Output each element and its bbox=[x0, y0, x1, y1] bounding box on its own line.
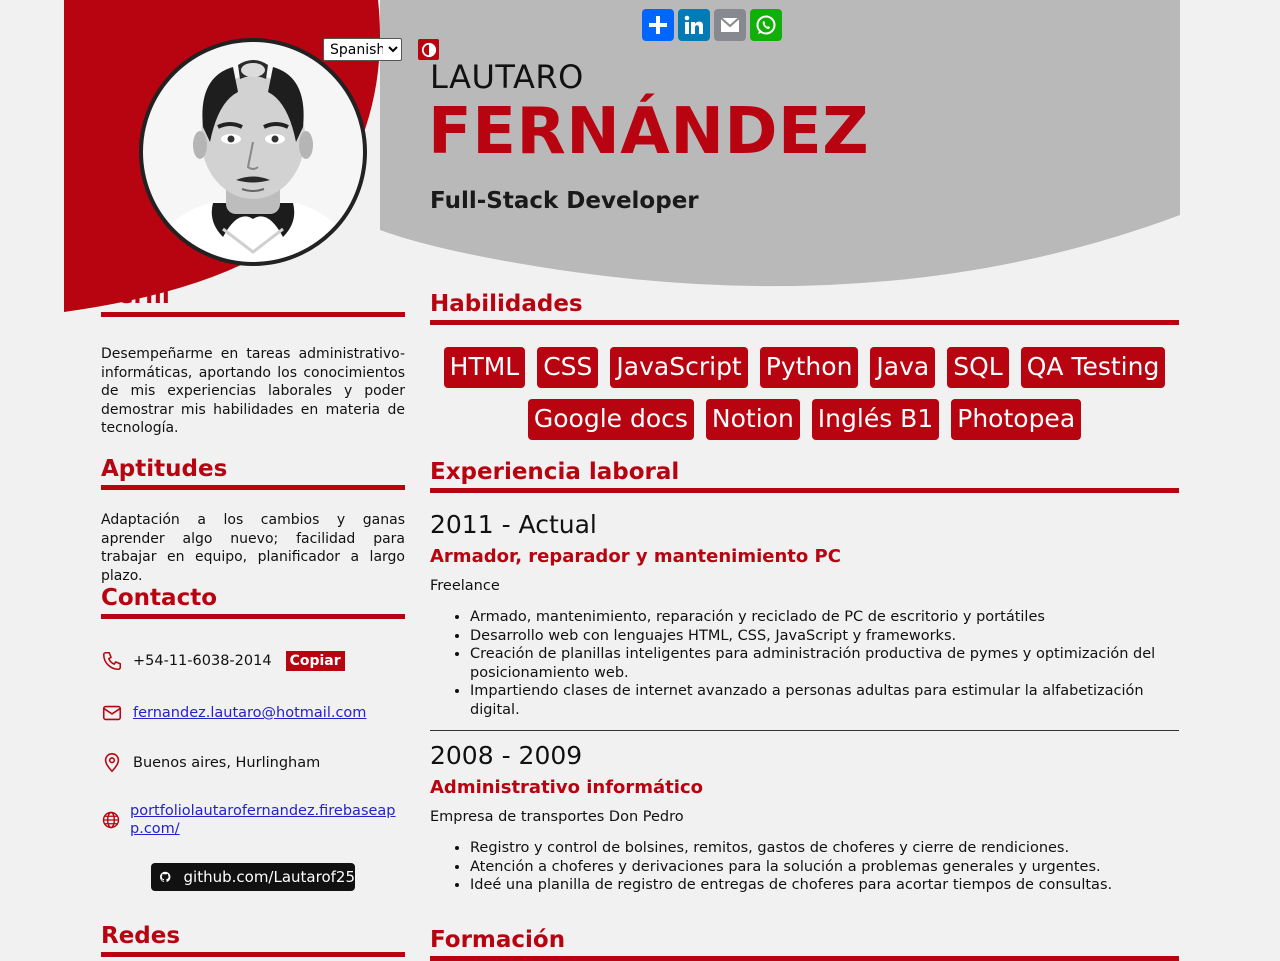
contact-location-row: Buenos aires, Hurlingham bbox=[101, 752, 320, 774]
job-period: 2008 - 2009 bbox=[430, 741, 583, 770]
share-addtoany-button[interactable] bbox=[642, 9, 674, 41]
phone-icon bbox=[102, 651, 122, 671]
job-title: Administrativo informático bbox=[430, 777, 703, 798]
share-whatsapp-button[interactable] bbox=[750, 9, 782, 41]
job-company: Freelance bbox=[430, 578, 500, 594]
location-text: Buenos aires, Hurlingham bbox=[133, 755, 321, 771]
skill-badge: QA Testing bbox=[1020, 347, 1166, 388]
section-title-formacion: Formación bbox=[430, 926, 1179, 961]
email-icon bbox=[720, 17, 740, 32]
section-title-experiencia: Experiencia laboral bbox=[430, 458, 1179, 493]
first-name: LAUTARO bbox=[430, 58, 584, 96]
job-duties: Armado, mantenimiento, reparación y reci… bbox=[430, 608, 1179, 719]
section-title-aptitudes: Aptitudes bbox=[101, 455, 405, 490]
skills-list: HTML CSS JavaScript Python Java SQL QA Testing… bbox=[430, 325, 1179, 440]
perfil-text: Desempeñarme en tareas administrativo-in… bbox=[101, 346, 405, 436]
contact-website-row: portfoliolautarofernandez.firebaseapp.co… bbox=[101, 802, 402, 838]
job-period: 2011 - Actual bbox=[430, 510, 597, 539]
job-role: Full-Stack Developer bbox=[430, 188, 699, 214]
email-link[interactable]: fernandez.lautaro@hotmail.com bbox=[133, 705, 366, 721]
last-name: FERNÁNDEZ bbox=[428, 95, 870, 169]
language-select[interactable]: Spanish bbox=[323, 38, 402, 61]
map-pin-icon bbox=[104, 753, 120, 773]
github-username: github.com/Lautarof25 bbox=[183, 868, 355, 886]
website-link[interactable]: portfoliolautarofernandez.firebaseapp.co… bbox=[130, 802, 402, 838]
phone-number: +54-11-6038-2014 bbox=[133, 653, 272, 669]
whatsapp-icon bbox=[756, 15, 776, 35]
github-icon bbox=[160, 871, 171, 882]
skill-badge: SQL bbox=[947, 347, 1009, 388]
section-title-redes: Redes bbox=[101, 922, 405, 957]
job-entry: 2008 - 2009 Administrativo informático E… bbox=[430, 741, 1179, 895]
section-title-habilidades: Habilidades bbox=[430, 290, 1179, 325]
list-item: Desarrollo web con lenguajes HTML, CSS, … bbox=[470, 627, 1179, 646]
plus-icon bbox=[649, 16, 667, 34]
divider bbox=[430, 730, 1179, 731]
theme-toggle-button[interactable] bbox=[418, 39, 439, 60]
copy-phone-button[interactable]: Copiar bbox=[285, 651, 345, 671]
list-item: Creación de planillas inteligentes para … bbox=[470, 645, 1179, 682]
share-linkedin-button[interactable] bbox=[678, 9, 710, 41]
list-item: Registro y control de bolsines, remitos,… bbox=[470, 839, 1179, 858]
job-duties: Registro y control de bolsines, remitos,… bbox=[430, 839, 1179, 895]
avatar bbox=[138, 37, 368, 267]
job-title: Armador, reparador y mantenimiento PC bbox=[430, 546, 841, 567]
globe-icon bbox=[102, 811, 120, 829]
github-button[interactable]: github.com/Lautarof25 bbox=[151, 863, 355, 891]
skill-badge: JavaScript bbox=[610, 347, 748, 388]
share-bar bbox=[642, 9, 782, 41]
mail-icon bbox=[102, 705, 122, 721]
skill-badge: Python bbox=[759, 347, 859, 388]
list-item: Armado, mantenimiento, reparación y reci… bbox=[470, 608, 1179, 627]
contact-email-row: fernandez.lautaro@hotmail.com bbox=[101, 702, 366, 724]
aptitudes-text: Adaptación a los cambios y ganas aprende… bbox=[101, 512, 405, 584]
list-item: Atención a choferes y derivaciones para … bbox=[470, 858, 1179, 877]
skill-badge: Photopea bbox=[951, 399, 1082, 440]
list-item: Impartiendo clases de internet avanzado … bbox=[470, 682, 1179, 719]
list-item: Ideé una planilla de registro de entrega… bbox=[470, 876, 1179, 895]
contrast-icon bbox=[421, 42, 436, 57]
skill-badge: HTML bbox=[443, 347, 526, 388]
skill-badge: Inglés B1 bbox=[811, 399, 940, 440]
job-company: Empresa de transportes Don Pedro bbox=[430, 809, 684, 825]
linkedin-icon bbox=[684, 15, 703, 34]
job-entry: 2011 - Actual Armador, reparador y mante… bbox=[430, 510, 1179, 719]
right-column: Habilidades HTML CSS JavaScript Python Java S… bbox=[430, 290, 1179, 961]
section-title-perfil: Perfil bbox=[101, 282, 405, 317]
share-email-button[interactable] bbox=[714, 9, 746, 41]
skill-badge: CSS bbox=[537, 347, 599, 388]
contact-phone-row: +54-11-6038-2014 Copiar bbox=[101, 650, 345, 672]
skill-badge: Notion bbox=[705, 399, 800, 440]
skill-badge: Java bbox=[870, 347, 936, 388]
skill-badge: Google docs bbox=[527, 399, 694, 440]
section-title-contacto: Contacto bbox=[101, 584, 405, 619]
